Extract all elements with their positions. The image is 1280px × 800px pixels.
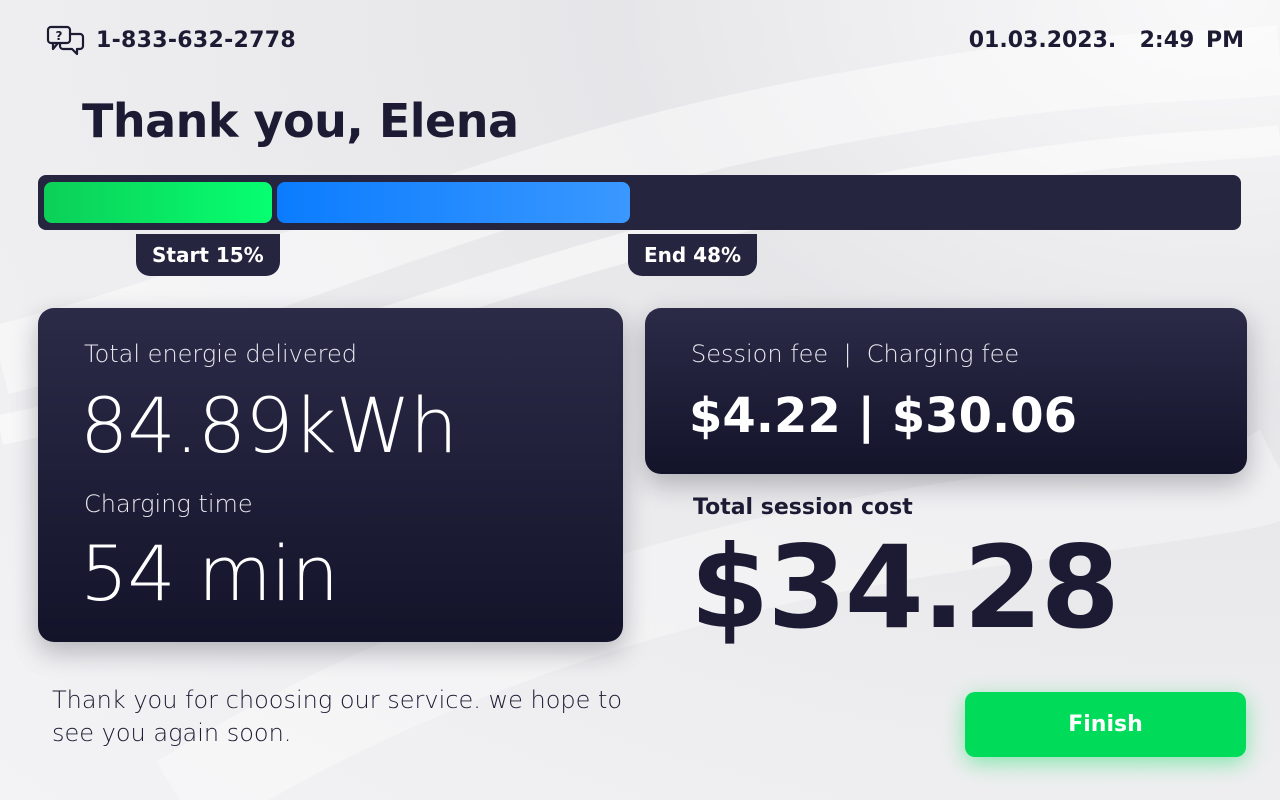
date-time: 01.03.2023. 2:49 PM	[968, 27, 1244, 53]
chat-help-icon: ?	[46, 25, 85, 56]
fees-card: Session fee | Charging fee $4.22 | $30.0…	[645, 308, 1247, 474]
top-bar: ? 1-833-632-2778 01.03.2023. 2:49 PM	[46, 22, 1244, 58]
finish-button[interactable]: Finish	[965, 692, 1246, 757]
support-contact[interactable]: ? 1-833-632-2778	[46, 24, 296, 56]
total-cost-value: $34.28	[690, 521, 1120, 654]
greeting-title: Thank you, Elena	[82, 94, 519, 148]
svg-text:?: ?	[56, 29, 63, 43]
battery-added-segment	[277, 182, 630, 223]
charging-time-label: Charging time	[84, 490, 253, 518]
support-phone[interactable]: 1-833-632-2778	[96, 28, 296, 53]
total-cost-label: Total session cost	[693, 495, 913, 520]
battery-progress-bar	[38, 175, 1241, 230]
energy-delivered-label: Total energie delivered	[84, 340, 357, 368]
fees-value: $4.22 | $30.06	[689, 388, 1078, 444]
energy-delivered-value: 84.89kWh	[80, 381, 458, 470]
energy-summary-card: Total energie delivered 84.89kWh Chargin…	[38, 308, 623, 642]
charging-time-value: 54 min	[80, 529, 339, 618]
end-percent-badge: End 48%	[628, 234, 758, 276]
fees-label: Session fee | Charging fee	[691, 340, 1020, 368]
battery-start-segment	[44, 182, 272, 223]
thank-you-message: Thank you for choosing our service. we h…	[52, 686, 623, 747]
start-percent-badge: Start 15%	[136, 234, 280, 276]
